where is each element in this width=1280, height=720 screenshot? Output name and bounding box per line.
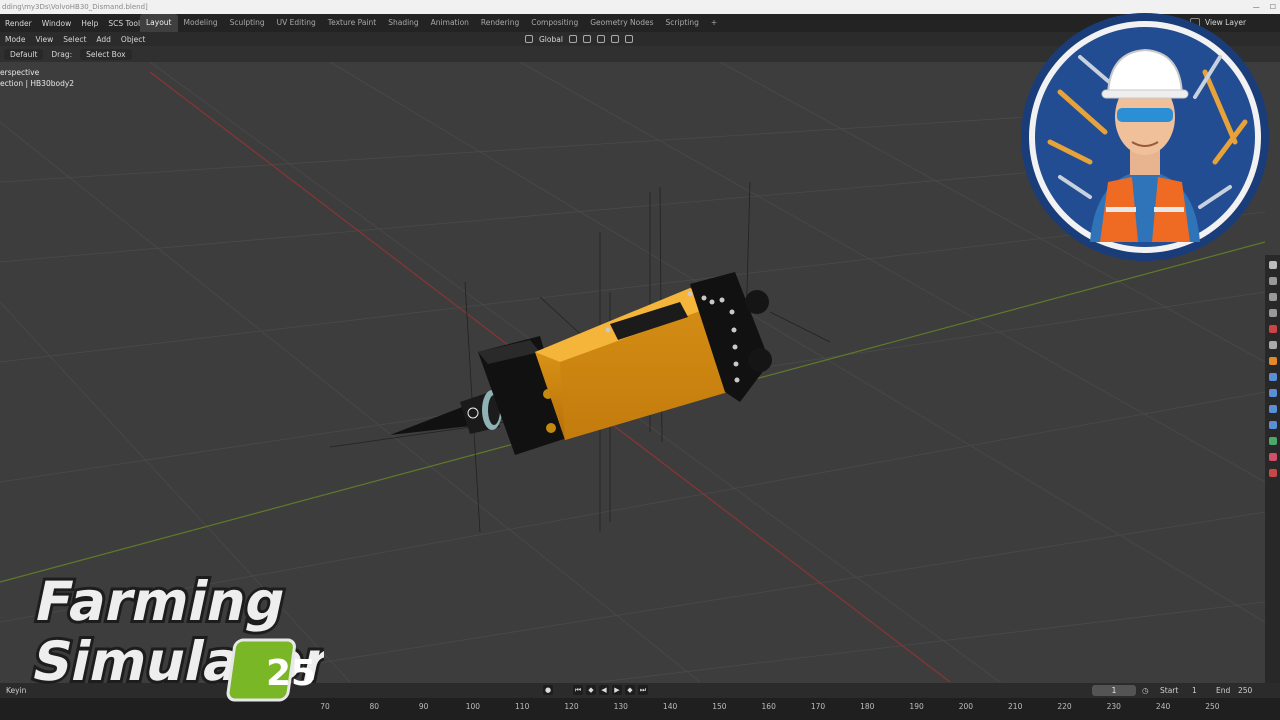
logo-number: 25: [266, 653, 316, 694]
transform-orientation-icon: [525, 35, 533, 43]
render-icon[interactable]: [1268, 277, 1277, 285]
stopwatch-icon[interactable]: ◷: [1142, 686, 1149, 695]
jump-end-icon[interactable]: ⏭: [638, 685, 648, 695]
record-icon[interactable]: ●: [543, 685, 553, 695]
tab-layout[interactable]: Layout: [140, 14, 178, 32]
scene-icon[interactable]: [1268, 325, 1277, 333]
tab-shading[interactable]: Shading: [382, 14, 424, 32]
frame-tick: 170: [810, 702, 826, 711]
frame-tick: 140: [662, 702, 678, 711]
menu-add[interactable]: Add: [91, 35, 116, 44]
material-icon[interactable]: [1268, 453, 1277, 461]
frame-tick: 120: [564, 702, 579, 711]
frame-tick: 90: [418, 702, 429, 711]
drag-select-box[interactable]: Select Box: [80, 48, 132, 60]
end-frame-field[interactable]: 250: [1238, 686, 1252, 695]
play-reverse-icon[interactable]: ◀: [599, 685, 609, 695]
view-layer-props-icon[interactable]: [1268, 309, 1277, 317]
mode-dropdown[interactable]: Mode: [0, 35, 30, 44]
workspace-tabs: Layout Modeling Sculpting UV Editing Tex…: [140, 14, 723, 32]
physics-icon[interactable]: [1268, 405, 1277, 413]
tab-texture-paint[interactable]: Texture Paint: [322, 14, 382, 32]
playback-controls: ● ⏮ ◆ ◀ ▶ ◆ ⏭: [543, 685, 648, 695]
snap-icon[interactable]: [582, 35, 591, 43]
farming-simulator-logo: Farming Farming Simulator Simulator 25: [24, 567, 324, 702]
frame-tick: 250: [1205, 702, 1220, 711]
maximize-icon[interactable]: ☐: [1270, 0, 1276, 14]
modifier-icon[interactable]: [1268, 373, 1277, 381]
start-label: Start: [1160, 686, 1179, 695]
current-frame-field[interactable]: 1: [1092, 685, 1136, 696]
tab-uv-editing[interactable]: UV Editing: [271, 14, 322, 32]
frame-tick: 100: [465, 702, 481, 711]
snap-target-icon[interactable]: [596, 35, 605, 43]
tab-modeling[interactable]: Modeling: [178, 14, 224, 32]
pivot-icon[interactable]: [568, 35, 577, 43]
menu-view[interactable]: View: [30, 35, 58, 44]
play-icon[interactable]: ▶: [612, 685, 622, 695]
proportional-edit-icon[interactable]: [610, 35, 619, 43]
start-frame-field[interactable]: 1: [1192, 686, 1197, 695]
file-path: dding\my3Ds\VolvoHB30_Dismand.blend]: [2, 3, 148, 11]
transform-orientation-dropdown[interactable]: Global: [539, 35, 563, 44]
transform-orientation-default[interactable]: Default: [4, 48, 44, 60]
frame-tick: 230: [1106, 702, 1121, 711]
next-keyframe-icon[interactable]: ◆: [625, 685, 635, 695]
end-label: End: [1216, 686, 1231, 695]
jump-start-icon[interactable]: ⏮: [573, 685, 583, 695]
frame-tick: 210: [1008, 702, 1023, 711]
main-menu: Render Window Help SCS Tools: [0, 14, 149, 32]
data-icon[interactable]: [1268, 437, 1277, 445]
frame-tick: 160: [761, 702, 776, 711]
frame-tick: 220: [1057, 702, 1072, 711]
tab-geometry-nodes[interactable]: Geometry Nodes: [584, 14, 659, 32]
texture-icon[interactable]: [1268, 469, 1277, 477]
frame-tick: 200: [958, 702, 974, 711]
menu-render[interactable]: Render: [0, 19, 37, 28]
viewport-view-name: erspective: [0, 68, 40, 77]
menu-object[interactable]: Object: [116, 35, 150, 44]
viewport-collection: ection | HB30body2: [0, 79, 75, 88]
object-icon[interactable]: [1268, 357, 1277, 365]
frame-tick: 180: [860, 702, 875, 711]
particles-icon[interactable]: [1268, 389, 1277, 397]
channel-avatar: [1021, 13, 1269, 261]
frame-tick: 150: [712, 702, 727, 711]
frame-tick: 190: [909, 702, 924, 711]
hydraulic-hammer-model[interactable]: [390, 272, 772, 455]
tab-animation[interactable]: Animation: [425, 14, 475, 32]
constraints-icon[interactable]: [1268, 421, 1277, 429]
frame-tick: 240: [1155, 702, 1171, 711]
tab-sculpting[interactable]: Sculpting: [224, 14, 271, 32]
menu-help[interactable]: Help: [76, 19, 103, 28]
output-icon[interactable]: [1268, 293, 1277, 301]
tab-scripting[interactable]: Scripting: [660, 14, 705, 32]
menu-window[interactable]: Window: [37, 19, 77, 28]
tab-compositing[interactable]: Compositing: [525, 14, 584, 32]
safety-glasses: [1117, 108, 1173, 122]
falloff-icon[interactable]: [624, 35, 633, 43]
menu-select[interactable]: Select: [58, 35, 91, 44]
frame-tick: 110: [515, 702, 530, 711]
add-workspace-button[interactable]: +: [705, 14, 723, 32]
tab-rendering[interactable]: Rendering: [475, 14, 525, 32]
logo-line1: Farming: [30, 570, 292, 633]
prev-keyframe-icon[interactable]: ◆: [586, 685, 596, 695]
frame-tick: 80: [369, 702, 380, 711]
frame-tick: 130: [613, 702, 628, 711]
tool-icon[interactable]: [1268, 261, 1277, 269]
properties-tab-strip: [1265, 255, 1280, 691]
drag-label: Drag:: [51, 49, 73, 59]
world-icon[interactable]: [1268, 341, 1277, 349]
